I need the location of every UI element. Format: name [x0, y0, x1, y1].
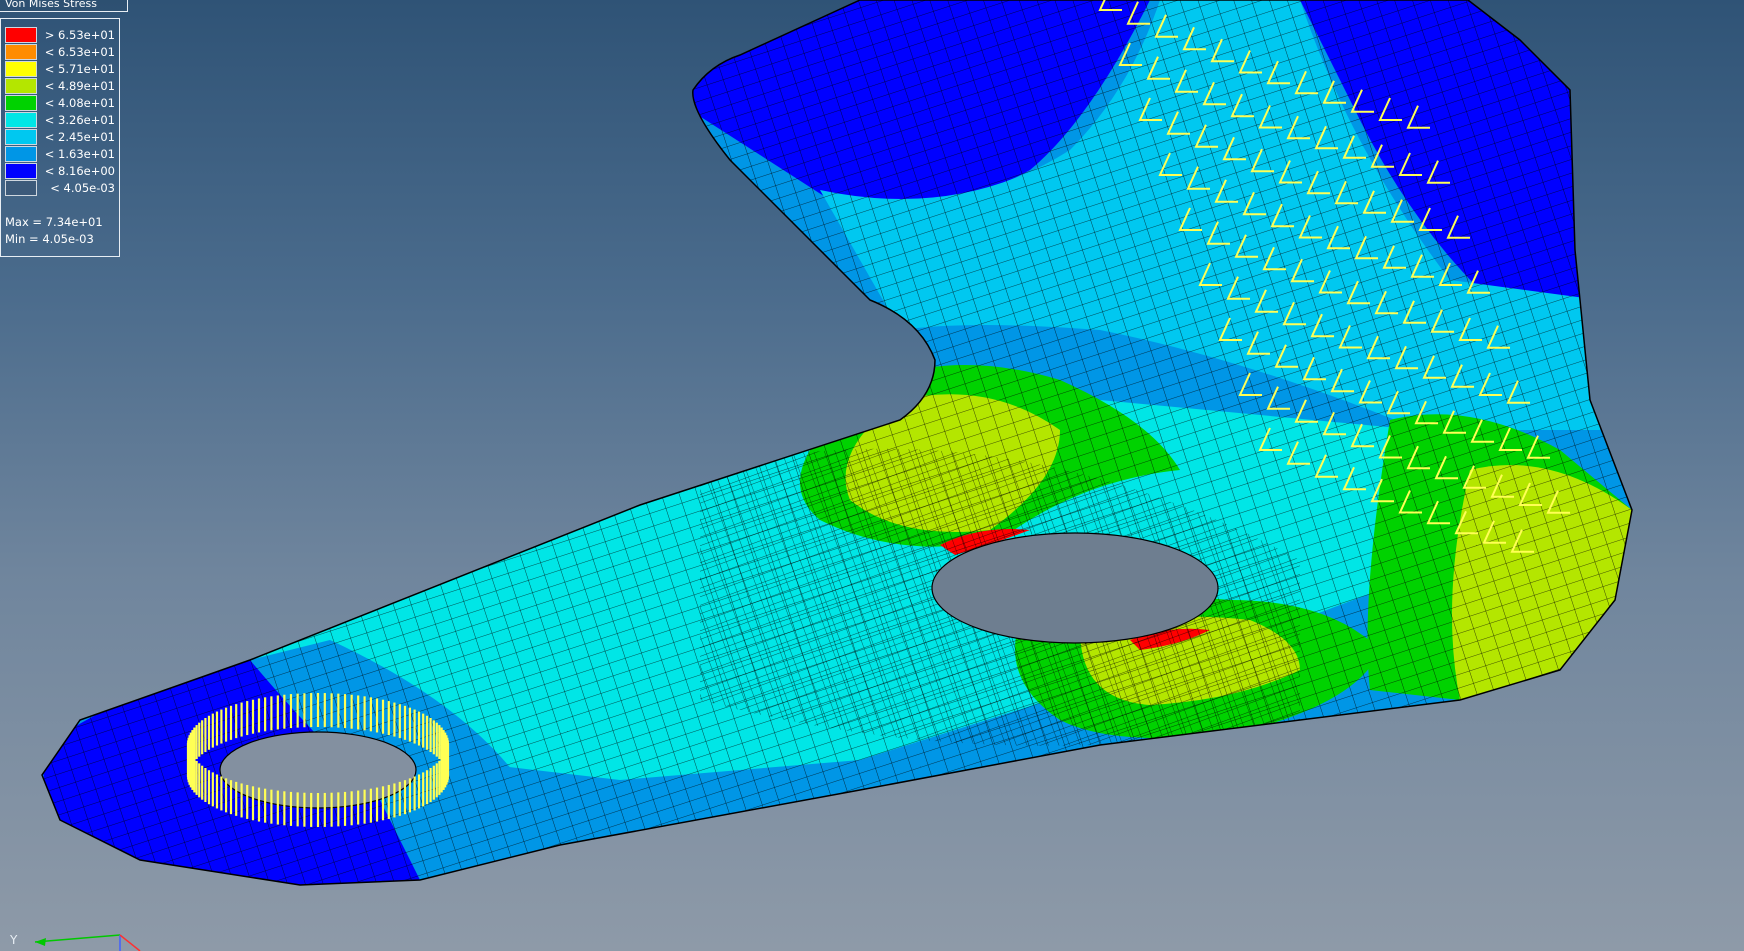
legend-row: < 6.53e+01: [5, 44, 117, 61]
result-title: Von Mises Stress: [0, 0, 128, 12]
graphics-viewport[interactable]: [0, 0, 1744, 951]
legend-row: < 2.45e+01: [5, 129, 117, 146]
legend-label: < 4.08e+01: [44, 96, 115, 110]
legend-label: < 1.63e+01: [44, 147, 115, 161]
legend-label: < 4.05e-03: [50, 181, 115, 195]
legend-swatch: [5, 95, 37, 111]
legend-row: < 1.63e+01: [5, 146, 117, 163]
legend-label: < 8.16e+00: [44, 164, 115, 178]
legend-label: < 6.53e+01: [44, 45, 115, 59]
legend-swatch: [5, 180, 37, 196]
legend-row: < 8.16e+00: [5, 163, 117, 180]
legend-swatch: [5, 112, 37, 128]
legend-max: Max = 7.34e+01: [5, 215, 103, 229]
triad-y-label: Y: [10, 933, 18, 947]
legend-label: < 3.26e+01: [44, 113, 115, 127]
legend-row: > 6.53e+01: [5, 27, 117, 44]
legend-label: < 5.71e+01: [44, 62, 115, 76]
legend-label: < 2.45e+01: [44, 130, 115, 144]
legend-row: < 4.89e+01: [5, 78, 117, 95]
legend-swatch: [5, 129, 37, 145]
legend-swatch: [5, 163, 37, 179]
legend-row: < 4.08e+01: [5, 95, 117, 112]
legend-label: > 6.53e+01: [44, 28, 115, 42]
legend-row: < 4.05e-03: [5, 180, 117, 197]
fe-model[interactable]: [0, 0, 1744, 951]
stress-legend[interactable]: > 6.53e+01 < 6.53e+01 < 5.71e+01 < 4.89e…: [0, 18, 120, 257]
stress-contours: [42, 0, 1632, 885]
legend-label: < 4.89e+01: [44, 79, 115, 93]
legend-swatch: [5, 61, 37, 77]
legend-swatch: [5, 146, 37, 162]
legend-min: Min = 4.05e-03: [5, 232, 94, 246]
legend-swatch: [5, 78, 37, 94]
axis-triad-labels: Y: [0, 925, 160, 951]
legend-row: < 5.71e+01: [5, 61, 117, 78]
legend-swatch: [5, 27, 37, 43]
center-hole: [931, 532, 1219, 644]
legend-row: < 3.26e+01: [5, 112, 117, 129]
legend-swatch: [5, 44, 37, 60]
